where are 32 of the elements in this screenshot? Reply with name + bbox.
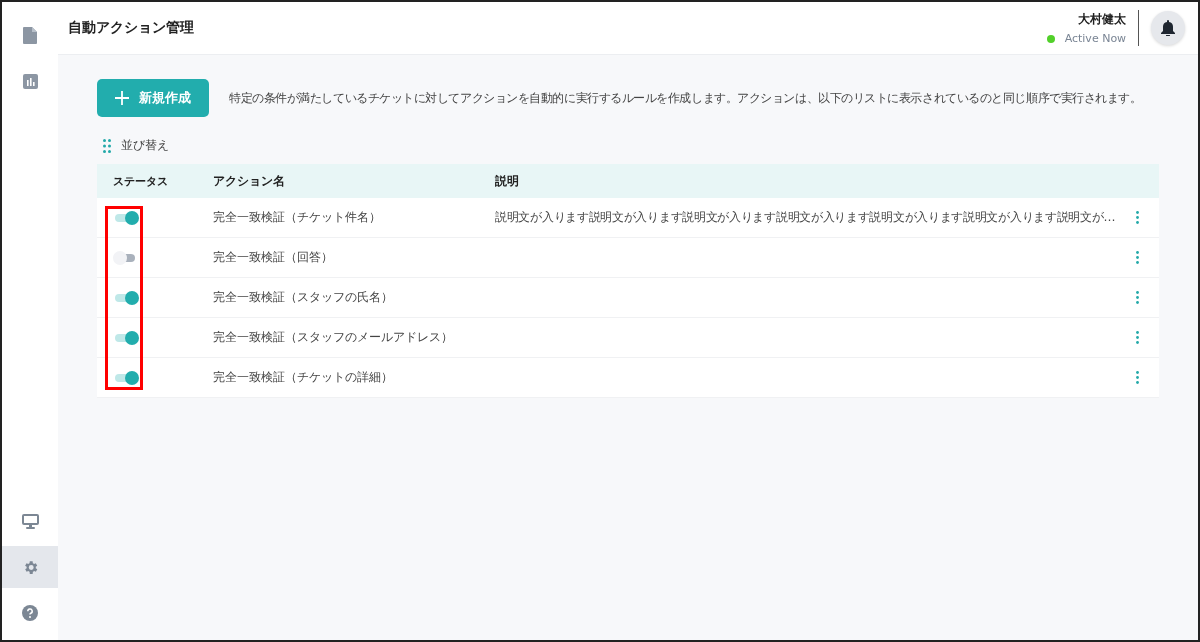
chart-icon <box>22 73 38 89</box>
more-icon <box>1135 371 1139 384</box>
help-icon <box>22 605 38 621</box>
more-icon <box>1135 291 1139 304</box>
document-icon <box>23 26 37 44</box>
column-header: ステータス <box>112 173 169 189</box>
table-cell-text: 完全一致検証（スタッフのメールアドレス） <box>213 329 454 346</box>
table-cell-text: 完全一致検証（チケット件名） <box>213 209 382 226</box>
toggle-switch[interactable] <box>113 210 139 225</box>
bell-icon <box>1161 20 1176 36</box>
table-cell: 説明文が入ります説明文が入ります説明文が入ります説明文が入ります説明文が入ります説明文が入ります説明文が… <box>495 210 1116 224</box>
toggle-switch[interactable] <box>113 330 139 345</box>
table-cell-text: 完全一致検証（チケットの詳細） <box>213 369 394 386</box>
sort-button[interactable]: 並び替え <box>97 137 169 154</box>
more-icon <box>1135 211 1139 224</box>
page-title: 自動アクション管理 <box>68 19 194 37</box>
more-icon <box>1135 331 1139 344</box>
toggle-switch[interactable] <box>113 290 139 305</box>
notification-button[interactable] <box>1151 11 1186 45</box>
plus-icon <box>115 91 129 105</box>
drag-handle-icon <box>103 138 111 153</box>
settings-nav-item[interactable] <box>2 546 58 588</box>
user-status: Active Now <box>1064 32 1127 45</box>
user-name: 大村健太 <box>1078 11 1127 28</box>
more-icon <box>1135 251 1139 264</box>
column-header: アクション名 <box>213 172 286 190</box>
table-cell-text: 完全一致検証（回答） <box>213 249 334 266</box>
column-header: 説明 <box>495 172 520 190</box>
monitor-icon <box>21 513 39 529</box>
description-text: 特定の条件が満たしているチケットに対してアクションを自動的に実行するルールを作成します。アクションは、以下のリストに表示されているのと同じ順序で実行されます。 <box>229 89 1142 107</box>
toggle-switch[interactable] <box>113 370 139 385</box>
table-cell-text: 完全一致検証（スタッフの氏名） <box>213 289 394 306</box>
